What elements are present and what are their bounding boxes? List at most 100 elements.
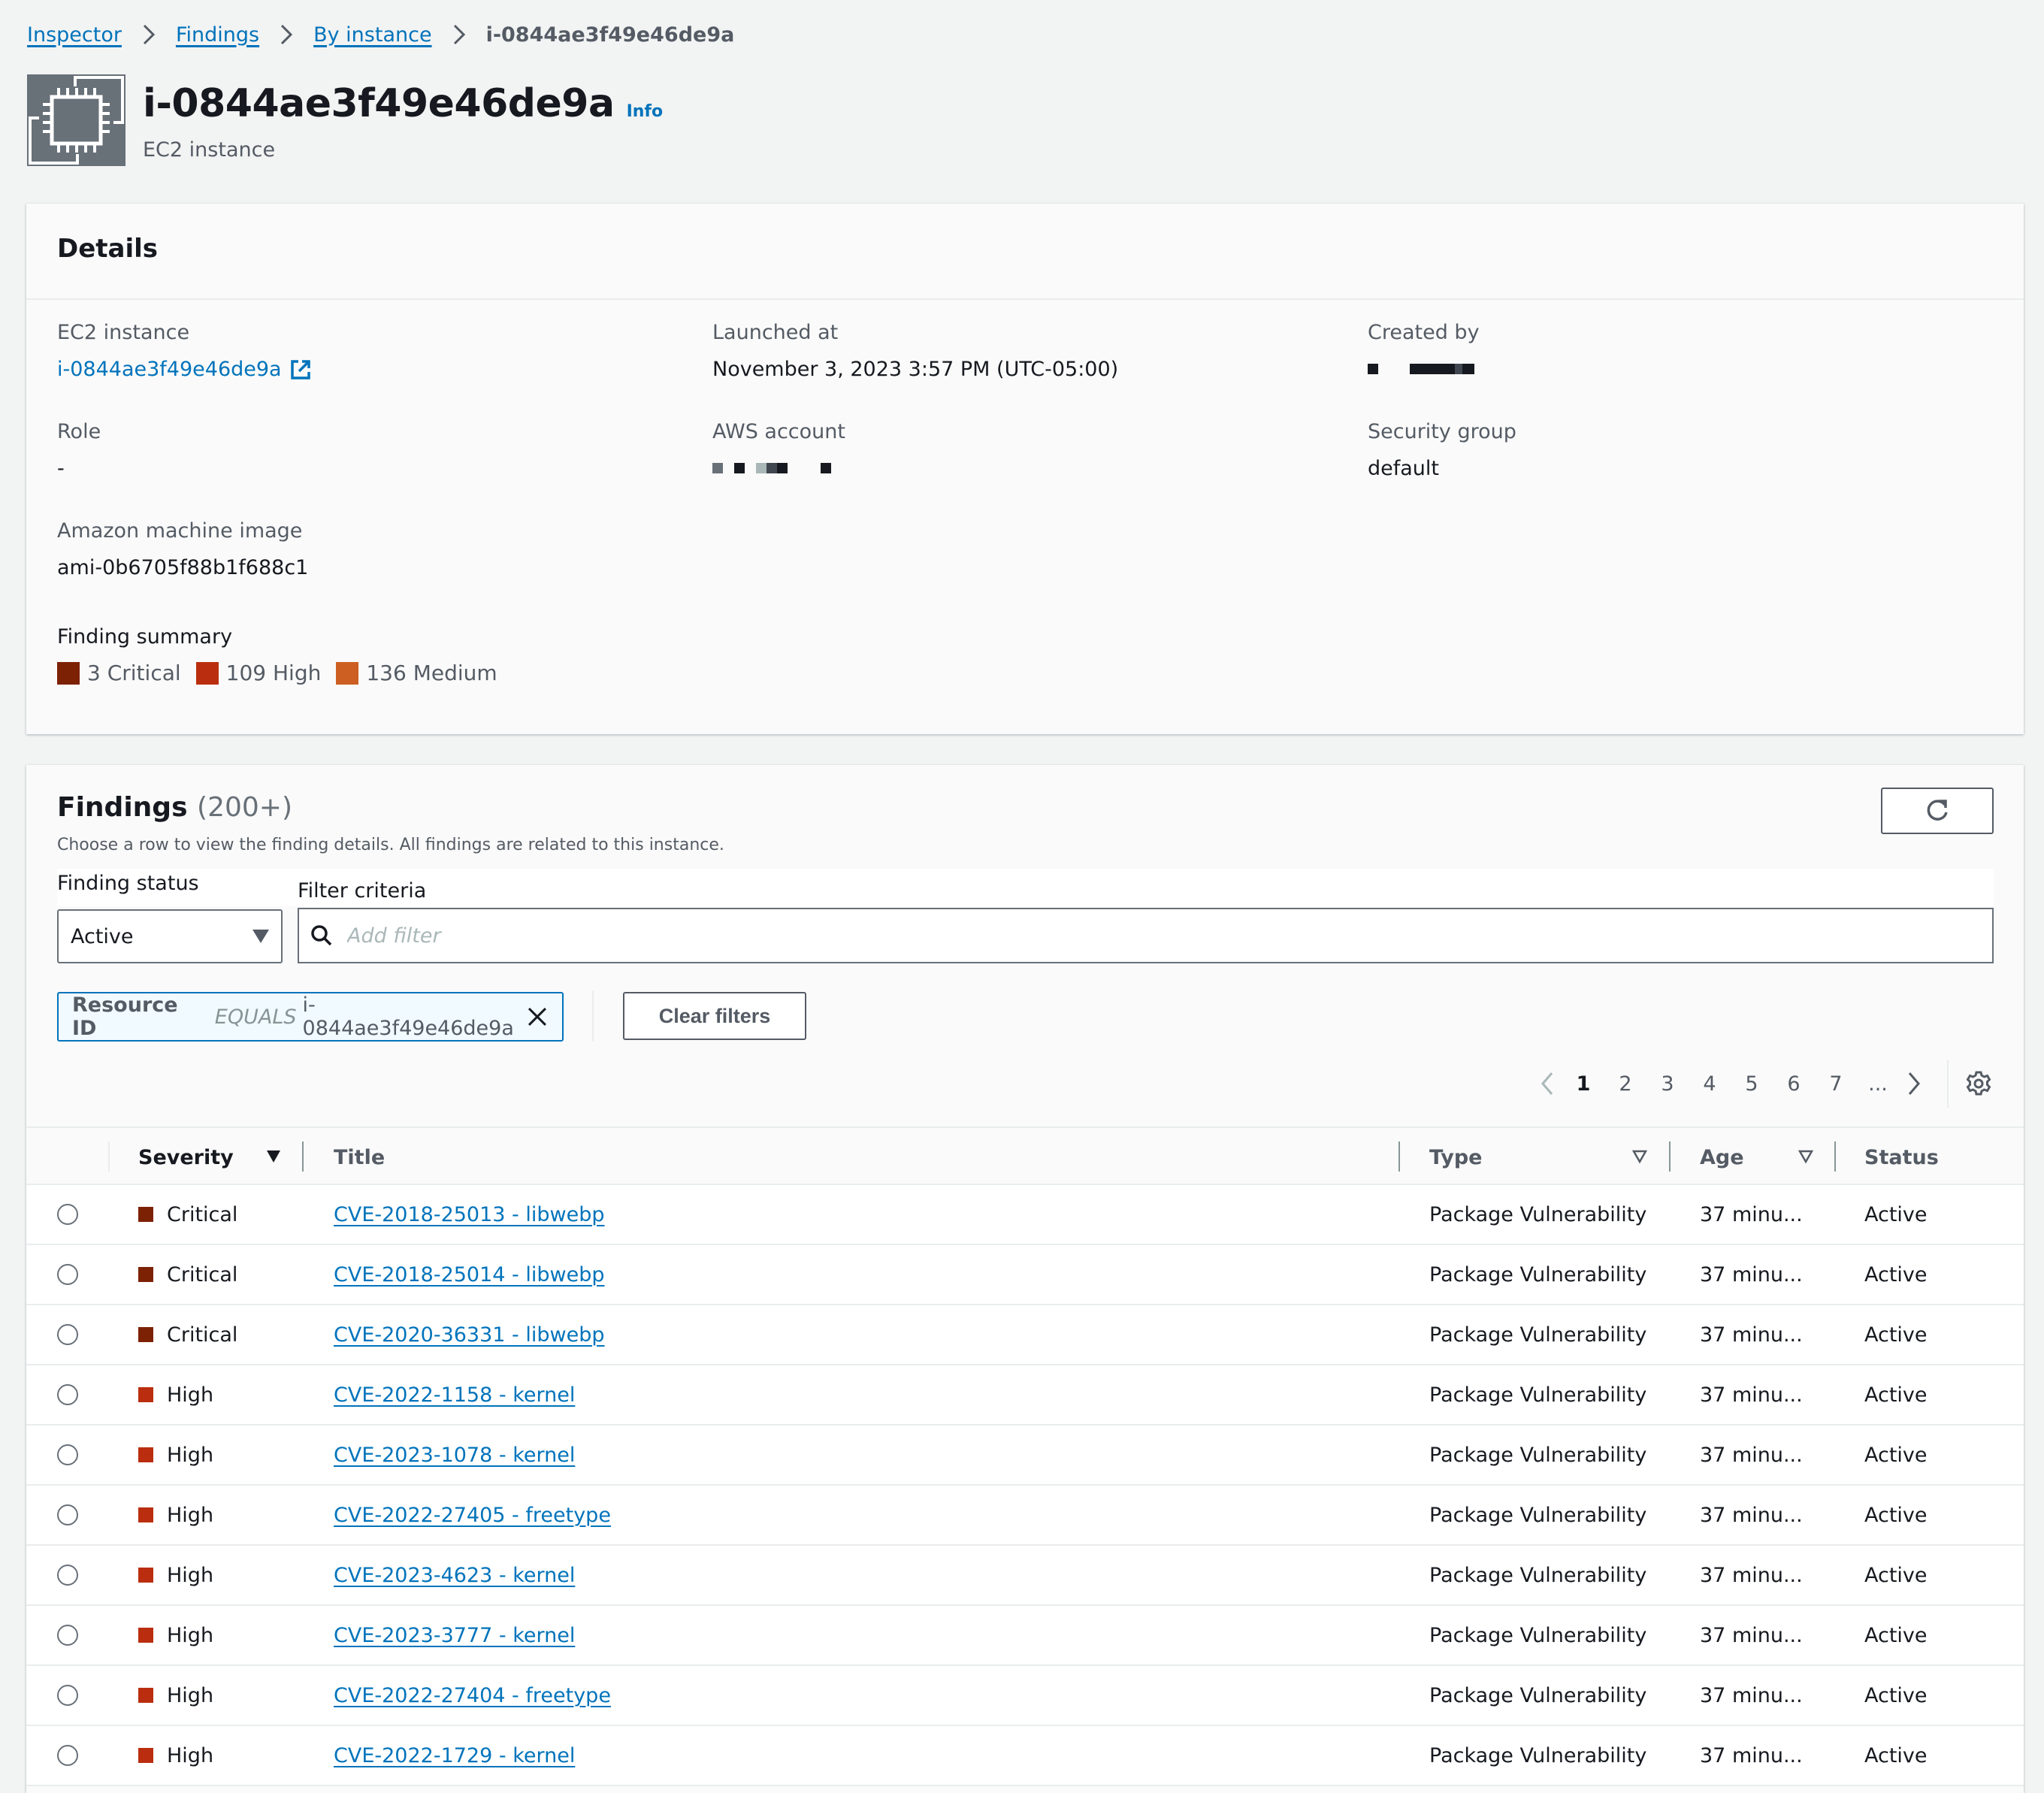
breadcrumb-by-instance[interactable]: By instance [313, 23, 431, 47]
finding-type: Package Vulnerability [1429, 1503, 1647, 1527]
details-heading: Details [57, 234, 159, 264]
breadcrumb-current: i-0844ae3f49e46de9a [485, 23, 735, 47]
finding-type: Package Vulnerability [1429, 1623, 1647, 1647]
page-2[interactable]: 2 [1604, 1072, 1646, 1096]
table-row[interactable]: High CVE-2022-27404 - freetype Package V… [26, 1666, 2024, 1726]
table-header: Severity Title Type Age Status [26, 1126, 2024, 1185]
row-radio[interactable] [57, 1745, 78, 1766]
finding-title-link[interactable]: CVE-2023-3777 - kernel [334, 1624, 575, 1647]
finding-title-link[interactable]: CVE-2020-36331 - libwebp [334, 1323, 605, 1347]
column-type[interactable]: Type [1429, 1128, 1482, 1187]
finding-title-link[interactable]: CVE-2018-25014 - libwebp [334, 1263, 605, 1287]
finding-age: 37 minu... [1700, 1443, 1803, 1467]
token-divider [592, 990, 594, 1042]
severity-label: High [167, 1743, 214, 1767]
column-divider[interactable] [1398, 1141, 1400, 1172]
page-3[interactable]: 3 [1646, 1072, 1689, 1096]
page-7[interactable]: 7 [1815, 1072, 1857, 1096]
page-header: i-0844ae3f49e46de9a Info EC2 instance [143, 81, 663, 162]
table-row[interactable]: Critical CVE-2018-25013 - libwebp Packag… [26, 1185, 2024, 1245]
detail-label: Created by [1368, 321, 1480, 344]
detail-aws-account: AWS account [712, 420, 845, 479]
page-6[interactable]: 6 [1773, 1072, 1815, 1096]
page-1[interactable]: 1 [1562, 1072, 1604, 1096]
column-age[interactable]: Age [1700, 1128, 1744, 1187]
column-divider[interactable] [302, 1141, 304, 1172]
filter-criteria-field[interactable] [298, 908, 1994, 963]
row-radio[interactable] [57, 1264, 78, 1285]
row-radio[interactable] [57, 1204, 78, 1225]
external-link-icon[interactable] [289, 358, 312, 381]
table-row[interactable]: Critical CVE-2018-25014 - libwebp Packag… [26, 1245, 2024, 1305]
findings-count: (200+) [197, 792, 293, 823]
refresh-icon [1927, 800, 1948, 821]
page-4[interactable]: 4 [1689, 1072, 1731, 1096]
column-title[interactable]: Title [334, 1128, 385, 1187]
row-radio[interactable] [57, 1504, 78, 1525]
filter-sort-icon[interactable] [1631, 1149, 1648, 1164]
table-row[interactable]: High CVE-2023-1078 - kernel Package Vuln… [26, 1426, 2024, 1486]
breadcrumb-findings[interactable]: Findings [176, 23, 259, 47]
table-row[interactable]: High CVE-2023-3777 - kernel Package Vuln… [26, 1606, 2024, 1666]
finding-age: 37 minu... [1700, 1323, 1803, 1347]
ec2-instance-link[interactable]: i-0844ae3f49e46de9a [57, 358, 282, 381]
breadcrumb-inspector[interactable]: Inspector [27, 23, 122, 47]
filter-criteria-label: Filter criteria [298, 879, 427, 903]
detail-value: ami-0b6705f88b1f688c1 [57, 556, 309, 579]
detail-role: Role - [57, 420, 101, 480]
filter-sort-icon[interactable] [1798, 1149, 1814, 1164]
table-row[interactable]: High CVE-2023-4623 - kernel Package Vuln… [26, 1546, 2024, 1606]
row-radio[interactable] [57, 1444, 78, 1465]
page-5[interactable]: 5 [1731, 1072, 1773, 1096]
finding-title-link[interactable]: CVE-2022-1158 - kernel [334, 1383, 575, 1407]
finding-type: Package Vulnerability [1429, 1202, 1647, 1226]
high-severity-icon [138, 1568, 153, 1583]
token-value: i-0844ae3f49e46de9a [302, 993, 514, 1040]
detail-security-group: Security group default [1368, 420, 1516, 480]
preferences-button[interactable] [1964, 1069, 1994, 1099]
clear-filters-button[interactable]: Clear filters [623, 992, 806, 1040]
prev-page-button[interactable] [1532, 1069, 1562, 1099]
finding-title-link[interactable]: CVE-2023-1078 - kernel [334, 1444, 575, 1467]
refresh-button[interactable] [1881, 788, 1994, 834]
row-radio[interactable] [57, 1565, 78, 1586]
finding-title-link[interactable]: CVE-2023-4623 - kernel [334, 1564, 575, 1587]
finding-title-link[interactable]: CVE-2018-25013 - libwebp [334, 1203, 605, 1226]
row-radio[interactable] [57, 1685, 78, 1706]
row-radio[interactable] [57, 1324, 78, 1345]
critical-severity-icon [57, 661, 80, 685]
severity-label: High [167, 1503, 214, 1527]
table-row[interactable]: High CVE-2022-1729 - kernel Package Vuln… [26, 1726, 2024, 1786]
finding-title-link[interactable]: CVE-2022-1729 - kernel [334, 1744, 575, 1767]
column-divider[interactable] [1834, 1141, 1836, 1172]
column-divider[interactable] [1669, 1141, 1671, 1172]
finding-age: 37 minu... [1700, 1202, 1803, 1226]
filter-input[interactable] [347, 924, 1852, 948]
critical-severity-icon [138, 1267, 153, 1282]
info-link[interactable]: Info [627, 102, 664, 121]
column-severity[interactable]: Severity [138, 1128, 234, 1187]
severity-label: High [167, 1383, 214, 1407]
close-icon[interactable] [526, 1005, 549, 1028]
finding-status-select[interactable]: Active [57, 909, 283, 963]
table-row[interactable]: Critical CVE-2020-36331 - libwebp Packag… [26, 1305, 2024, 1365]
severity-summary: 3 Critical 109 High 136 Medium [57, 661, 513, 685]
high-severity-icon [138, 1387, 153, 1402]
detail-finding-summary: Finding summary 3 Critical 109 High 136 … [57, 625, 513, 685]
finding-title-link[interactable]: CVE-2022-27404 - freetype [334, 1684, 611, 1707]
finding-type: Package Vulnerability [1429, 1383, 1647, 1407]
next-page-button[interactable] [1899, 1069, 1929, 1099]
finding-status: Active [1864, 1323, 1928, 1347]
finding-title-link[interactable]: CVE-2022-27405 - freetype [334, 1504, 611, 1527]
column-status[interactable]: Status [1864, 1128, 1939, 1187]
sort-descending-icon[interactable] [265, 1149, 282, 1164]
detail-label: Launched at [712, 321, 839, 344]
redacted-value [712, 457, 831, 479]
row-radio[interactable] [57, 1625, 78, 1646]
summary-high: 109 High [195, 661, 321, 685]
table-row[interactable]: High CVE-2022-1158 - kernel Package Vuln… [26, 1365, 2024, 1426]
detail-label: Role [57, 420, 101, 443]
table-row[interactable]: High CVE-2022-27405 - freetype Package V… [26, 1486, 2024, 1546]
details-panel: Details EC2 instance i-0844ae3f49e46de9a… [26, 204, 2024, 734]
row-radio[interactable] [57, 1384, 78, 1405]
